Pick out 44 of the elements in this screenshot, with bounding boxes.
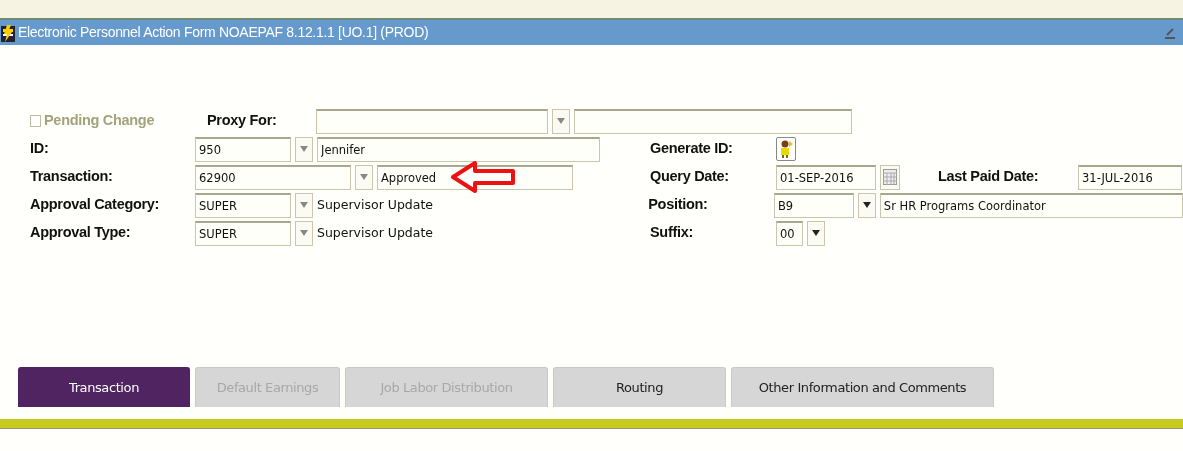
field-label: Approval Type: [30,223,132,243]
checkbox-label: Pending Change [44,111,155,131]
input-field[interactable]: Sr HR Programs Coordinator [879,192,1183,218]
dropdown-button[interactable] [807,220,825,246]
tab[interactable]: Transaction [18,367,190,407]
caret-icon [557,118,565,124]
window-title: Electronic Personnel Action Form NOAEPAF 8.12.1.1 [UO.1] (PROD) [18,23,430,42]
input-field[interactable] [574,108,852,134]
description-text: Supervisor Update [317,195,434,214]
field-label: Transaction: [30,167,114,187]
field-label: Position: [648,195,709,215]
input-field[interactable]: B9 [773,192,854,218]
calendar-icon [883,169,897,185]
generate-id-button[interactable] [776,137,796,161]
field-label: Approval Category: [30,195,161,215]
minimize-icon [1165,26,1175,41]
caret-icon [862,202,871,208]
field-label: ID: [30,139,50,159]
description-text: Supervisor Update [317,223,434,242]
input-field[interactable]: SUPER [195,220,291,246]
dropdown-button[interactable] [857,192,876,218]
input-field[interactable]: 00 [776,220,803,246]
caret-icon [300,202,308,208]
input-field[interactable]: 31-JUL-2016 [1078,164,1182,190]
field-label: Last Paid Date: [938,167,1040,187]
input-field[interactable] [316,108,548,134]
tab[interactable]: Other Information and Comments [731,367,994,407]
checkbox[interactable] [30,115,41,127]
input-field[interactable]: 01-SEP-2016 [776,164,876,190]
input-field[interactable]: Jennifer [317,136,600,162]
field-label: Generate ID: [650,139,734,159]
field-label: Query Date: [650,167,730,187]
input-field[interactable]: 950 [195,136,291,162]
tab[interactable]: Routing [553,367,726,407]
field-label: Suffix: [650,223,694,243]
caret-icon [300,230,308,236]
input-field[interactable]: 62900 [195,164,351,190]
field-label: Proxy For: [207,111,278,131]
input-field[interactable]: SUPER [195,192,291,218]
form-icon [0,22,16,43]
person-icon [779,139,793,159]
caret-icon [300,146,308,152]
caret-icon [812,230,820,236]
caret-icon [360,174,368,180]
